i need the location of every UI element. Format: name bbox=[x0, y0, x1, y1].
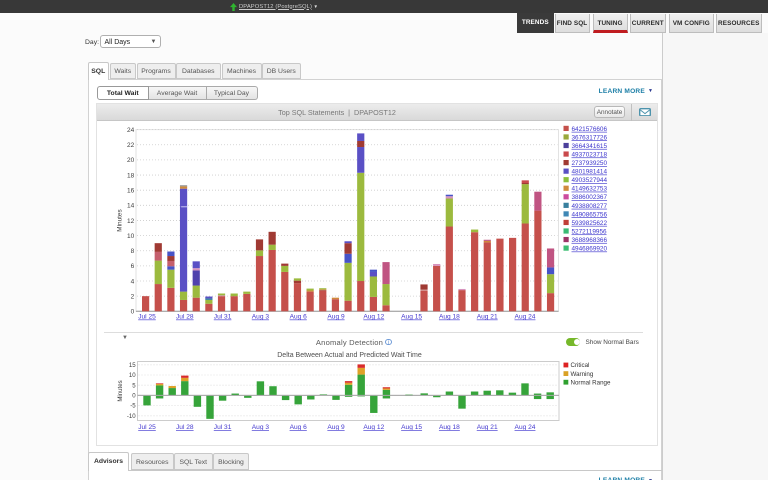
svg-text:Aug 3: Aug 3 bbox=[252, 314, 270, 321]
svg-text:Aug 3: Aug 3 bbox=[252, 424, 270, 431]
svg-text:4903527944: 4903527944 bbox=[572, 177, 608, 184]
svg-text:3886002367: 3886002367 bbox=[572, 194, 608, 201]
svg-text:8: 8 bbox=[131, 248, 135, 255]
svg-text:Jul 31: Jul 31 bbox=[214, 424, 232, 431]
svg-text:4149632753: 4149632753 bbox=[572, 186, 608, 193]
svg-text:Warning: Warning bbox=[571, 371, 594, 378]
svg-text:0: 0 bbox=[132, 393, 136, 400]
svg-text:24: 24 bbox=[127, 127, 135, 134]
svg-text:Jul 31: Jul 31 bbox=[214, 314, 232, 321]
svg-text:Aug 12: Aug 12 bbox=[363, 424, 384, 431]
svg-text:15: 15 bbox=[129, 362, 136, 369]
svg-text:Aug 15: Aug 15 bbox=[401, 424, 422, 431]
svg-text:10: 10 bbox=[129, 372, 136, 379]
svg-text:2: 2 bbox=[131, 293, 135, 300]
svg-text:14: 14 bbox=[127, 203, 135, 210]
svg-text:0: 0 bbox=[131, 309, 135, 316]
svg-text:4946869920: 4946869920 bbox=[572, 246, 608, 253]
svg-text:3676317726: 3676317726 bbox=[572, 134, 608, 141]
svg-text:Minutes: Minutes bbox=[117, 209, 124, 231]
svg-text:6: 6 bbox=[131, 263, 135, 270]
svg-text:-10: -10 bbox=[127, 413, 136, 420]
svg-text:22: 22 bbox=[127, 142, 135, 149]
svg-text:Aug 21: Aug 21 bbox=[477, 314, 498, 321]
svg-text:2737939250: 2737939250 bbox=[572, 160, 608, 167]
svg-text:5939825622: 5939825622 bbox=[572, 220, 608, 227]
svg-text:Critical: Critical bbox=[571, 362, 590, 369]
svg-text:6421576606: 6421576606 bbox=[572, 126, 608, 133]
svg-text:5: 5 bbox=[132, 382, 136, 389]
svg-text:Jul 25: Jul 25 bbox=[138, 314, 156, 321]
svg-text:4937023718: 4937023718 bbox=[572, 151, 608, 158]
svg-text:Normal Range: Normal Range bbox=[571, 379, 611, 386]
svg-text:-5: -5 bbox=[130, 403, 136, 410]
svg-text:18: 18 bbox=[127, 172, 135, 179]
svg-text:Aug 6: Aug 6 bbox=[290, 314, 308, 321]
svg-text:Minutes: Minutes bbox=[117, 380, 124, 401]
svg-text:20: 20 bbox=[127, 157, 135, 164]
svg-text:Aug 9: Aug 9 bbox=[327, 314, 345, 321]
svg-text:Aug 15: Aug 15 bbox=[401, 314, 422, 321]
svg-text:12: 12 bbox=[127, 218, 135, 225]
svg-text:4: 4 bbox=[131, 278, 135, 285]
svg-text:5272119956: 5272119956 bbox=[572, 228, 608, 235]
svg-text:Aug 18: Aug 18 bbox=[439, 314, 460, 321]
svg-text:16: 16 bbox=[127, 187, 135, 194]
svg-text:Aug 9: Aug 9 bbox=[327, 424, 345, 431]
svg-text:4490865756: 4490865756 bbox=[572, 211, 608, 218]
svg-text:3688968366: 3688968366 bbox=[572, 237, 608, 244]
svg-text:4801981414: 4801981414 bbox=[572, 169, 608, 176]
svg-text:Jul 28: Jul 28 bbox=[176, 424, 194, 431]
svg-text:4938808277: 4938808277 bbox=[572, 203, 608, 210]
svg-text:Aug 12: Aug 12 bbox=[363, 314, 384, 321]
svg-text:Aug 21: Aug 21 bbox=[477, 424, 498, 431]
svg-text:Jul 25: Jul 25 bbox=[138, 424, 156, 431]
svg-text:Aug 18: Aug 18 bbox=[439, 424, 460, 431]
svg-text:Aug 24: Aug 24 bbox=[515, 424, 536, 431]
svg-text:Aug 24: Aug 24 bbox=[515, 314, 536, 321]
svg-text:Jul 28: Jul 28 bbox=[176, 314, 194, 321]
svg-text:3664341615: 3664341615 bbox=[572, 143, 608, 150]
svg-text:Aug 6: Aug 6 bbox=[290, 424, 308, 431]
svg-text:10: 10 bbox=[127, 233, 135, 240]
